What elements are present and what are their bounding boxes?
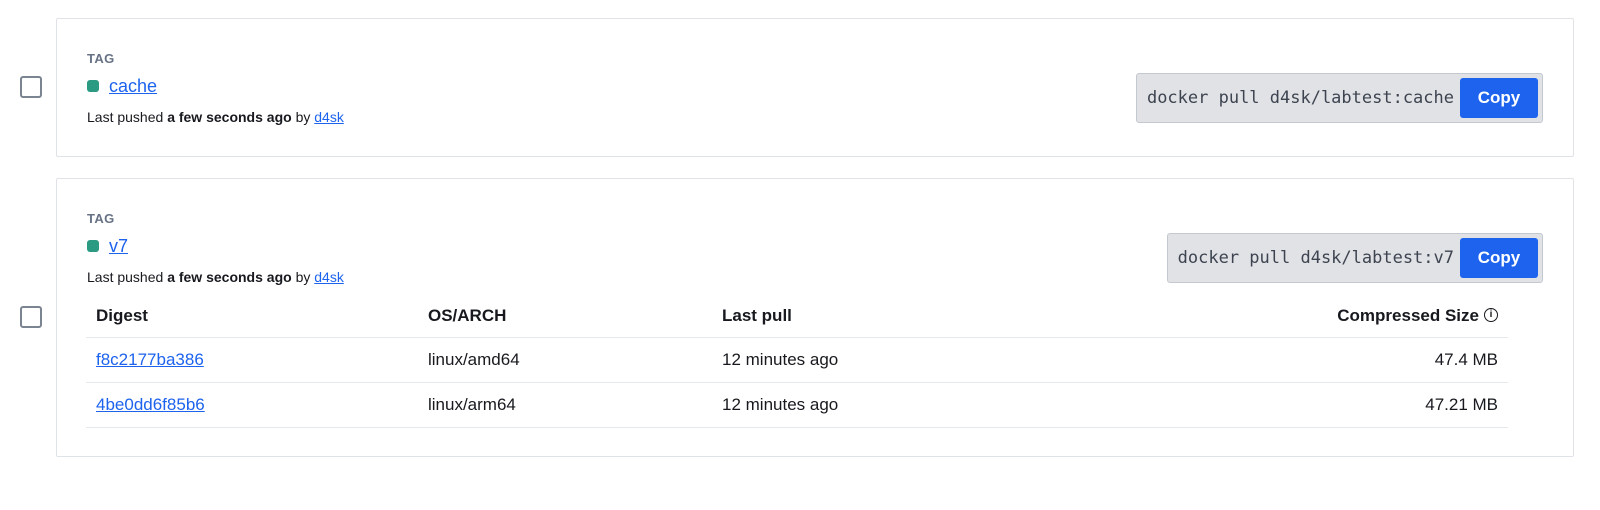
digest-link[interactable]: f8c2177ba386: [96, 350, 204, 369]
last-pushed-info: Last pushed a few seconds ago by d4sk: [87, 109, 344, 125]
table-row: f8c2177ba386 linux/amd64 12 minutes ago …: [86, 337, 1508, 383]
tag-row-cache: TAG cache Last pushed a few seconds ago …: [0, 18, 1600, 157]
pushed-time: a few seconds ago: [167, 109, 292, 125]
table-row: 4be0dd6f85b6 linux/arm64 12 minutes ago …: [86, 382, 1508, 428]
tag-card-v7: TAG v7 Last pushed a few seconds ago by …: [56, 178, 1574, 457]
header-last-pull: Last pull: [712, 295, 1012, 338]
tag-status-dot-icon: [87, 80, 99, 92]
pull-command-box: docker pull d4sk/labtest:v7 Copy: [1166, 233, 1543, 283]
last-pull-cell: 12 minutes ago: [712, 337, 1012, 383]
size-cell: 47.4 MB: [1012, 337, 1508, 383]
tag-line: v7: [87, 235, 128, 257]
os-arch-cell: linux/amd64: [418, 337, 712, 383]
pushed-user-link[interactable]: d4sk: [314, 269, 344, 285]
table-header-row: Digest OS/ARCH Last pull Compressed Size…: [86, 295, 1508, 338]
pushed-time: a few seconds ago: [167, 269, 292, 285]
header-compressed-size: Compressed Size i: [1012, 295, 1508, 338]
pushed-user-link[interactable]: d4sk: [314, 109, 344, 125]
last-pull-cell: 12 minutes ago: [712, 382, 1012, 428]
tag-caption: TAG: [87, 211, 115, 226]
tag-name-link[interactable]: cache: [109, 76, 157, 97]
pull-command-text[interactable]: docker pull d4sk/labtest:cache: [1147, 88, 1454, 108]
digest-cell: f8c2177ba386: [86, 337, 418, 383]
select-checkbox-v7[interactable]: [20, 306, 42, 328]
tag-row-v7: TAG v7 Last pushed a few seconds ago by …: [0, 178, 1600, 457]
tag-caption: TAG: [87, 51, 115, 66]
pushed-prefix: Last pushed: [87, 269, 164, 285]
digest-link[interactable]: 4be0dd6f85b6: [96, 395, 205, 414]
last-pushed-info: Last pushed a few seconds ago by d4sk: [87, 269, 344, 285]
copy-button[interactable]: Copy: [1460, 78, 1538, 118]
pushed-by-word: by: [295, 269, 311, 285]
os-arch-cell: linux/arm64: [418, 382, 712, 428]
info-icon[interactable]: i: [1484, 308, 1498, 323]
pull-command-box: docker pull d4sk/labtest:cache Copy: [1135, 73, 1543, 123]
copy-button[interactable]: Copy: [1460, 238, 1538, 278]
pushed-prefix: Last pushed: [87, 109, 164, 125]
header-os-arch: OS/ARCH: [418, 295, 712, 338]
pull-command-text[interactable]: docker pull d4sk/labtest:v7: [1178, 248, 1454, 268]
select-checkbox-cache[interactable]: [20, 76, 42, 98]
digest-cell: 4be0dd6f85b6: [86, 382, 418, 428]
size-cell: 47.21 MB: [1012, 382, 1508, 428]
tag-status-dot-icon: [87, 240, 99, 252]
tag-line: cache: [87, 75, 157, 97]
tag-card-cache: TAG cache Last pushed a few seconds ago …: [56, 18, 1574, 157]
header-compressed-size-label: Compressed Size: [1337, 305, 1479, 325]
pushed-by-word: by: [295, 109, 311, 125]
header-digest: Digest: [86, 295, 418, 338]
tag-name-link[interactable]: v7: [109, 236, 128, 257]
digest-table: Digest OS/ARCH Last pull Compressed Size…: [86, 295, 1508, 428]
